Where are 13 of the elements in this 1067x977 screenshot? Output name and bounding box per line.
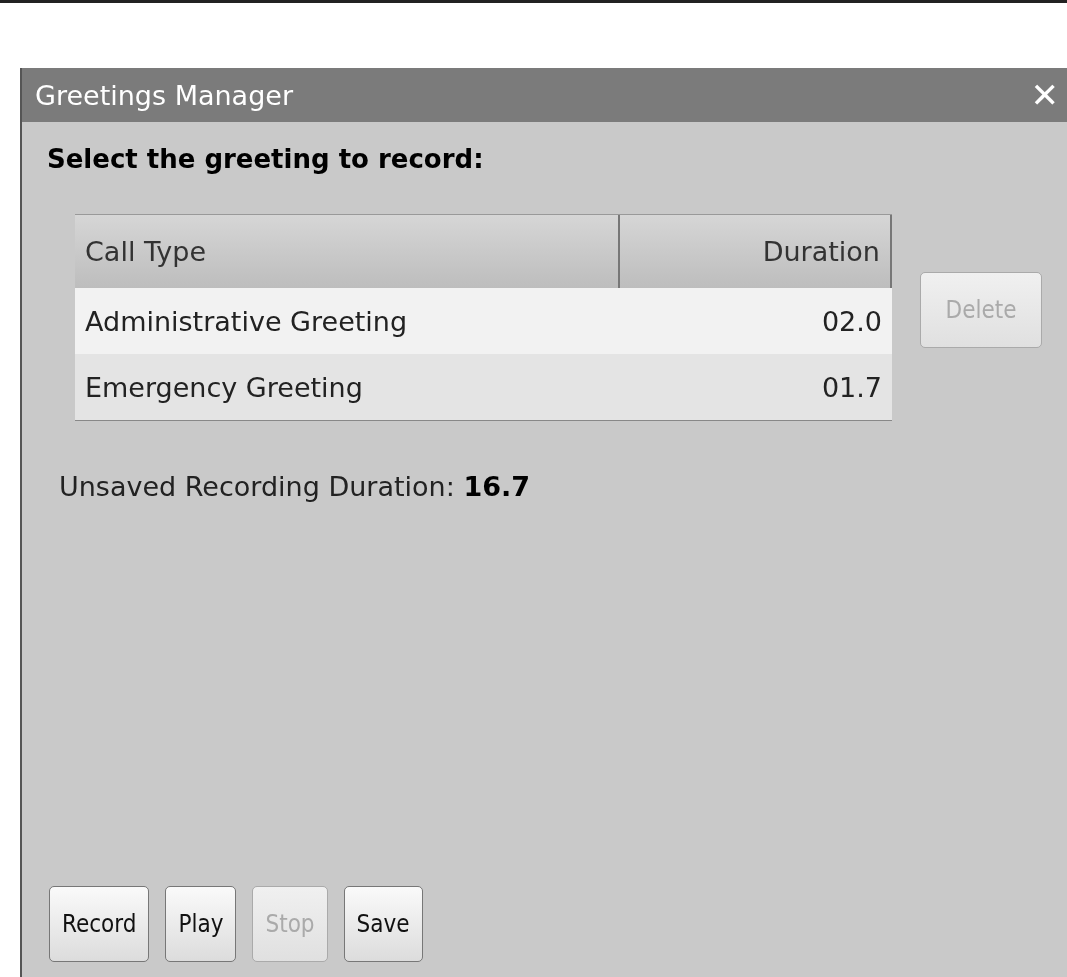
action-button[interactable]: Save (343, 886, 423, 962)
unsaved-duration-text: Unsaved Recording Duration: 16.7 (59, 471, 531, 502)
action-button[interactable]: Record (49, 886, 150, 962)
table-row[interactable]: Emergency Greeting 01.7 (75, 354, 892, 420)
table-cell-text: Administrative Greeting (84, 304, 409, 339)
table-row[interactable]: Administrative Greeting 02.0 (75, 288, 892, 354)
table-cell-text: 02.0 (820, 304, 883, 339)
close-button[interactable]: ✕ (1030, 78, 1059, 112)
window-title: Greetings Manager (35, 79, 293, 111)
table-cell-text: Emergency Greeting (84, 370, 364, 405)
instruction-heading: Select the greeting to record: (47, 144, 485, 174)
table-cell-text: 01.7 (820, 370, 883, 405)
action-button[interactable]: Play (165, 886, 237, 962)
